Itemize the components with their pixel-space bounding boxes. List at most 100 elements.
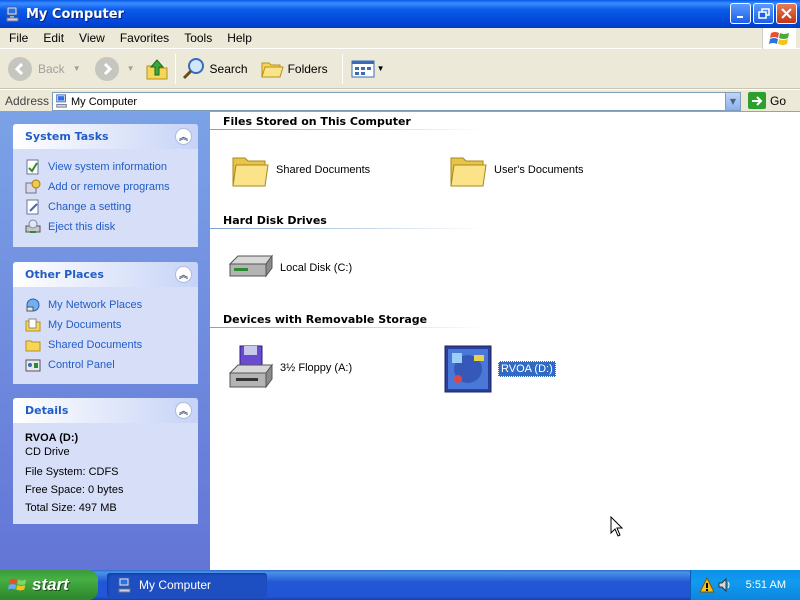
other-places-title: Other Places	[25, 268, 104, 281]
item-rvoa-d[interactable]: RVOA (D:)	[444, 345, 556, 393]
views-dropdown-icon[interactable]: ▼	[377, 64, 385, 73]
group-divider	[210, 327, 485, 328]
up-button[interactable]	[145, 53, 169, 85]
back-label: Back	[38, 61, 65, 76]
menu-edit[interactable]: Edit	[34, 31, 70, 45]
details-free-space: Free Space: 0 bytes	[25, 484, 124, 496]
menu-view[interactable]: View	[70, 31, 111, 45]
cd-drive-icon	[444, 345, 492, 393]
task-label: Change a setting	[48, 201, 132, 213]
item-label: 3½ Floppy (A:)	[280, 362, 353, 374]
group-header-hdd: Hard Disk Drives	[223, 214, 327, 227]
item-label: User's Documents	[494, 164, 584, 176]
task-add-remove-programs[interactable]: Add or remove programs	[25, 177, 198, 197]
address-dropdown-icon[interactable]: ▼	[725, 93, 740, 110]
place-my-network-places[interactable]: My Network Places	[25, 295, 198, 315]
folders-button[interactable]: Folders	[260, 53, 328, 85]
control-panel-icon	[25, 359, 41, 372]
place-label: Shared Documents	[48, 339, 143, 351]
back-dropdown-icon[interactable]: ▼	[73, 64, 81, 73]
item-shared-documents[interactable]: Shared Documents	[230, 150, 370, 190]
address-label: Address	[5, 93, 50, 108]
group-divider	[210, 129, 485, 130]
address-value: My Computer	[71, 95, 138, 108]
menu-bar: File Edit View Favorites Tools Help	[0, 28, 800, 49]
menu-file[interactable]: File	[0, 31, 34, 45]
minimize-button[interactable]	[730, 3, 751, 24]
place-label: My Network Places	[48, 299, 143, 311]
floppy-drive-icon	[228, 345, 273, 389]
add-remove-programs-icon	[25, 179, 41, 194]
shared-documents-folder-icon	[25, 340, 41, 352]
forward-dropdown-icon[interactable]: ▼	[127, 64, 135, 73]
eject-disk-icon	[25, 219, 41, 233]
mouse-cursor-icon	[610, 515, 624, 541]
task-view-system-information[interactable]: View system information	[25, 157, 198, 177]
windows-flag-icon	[8, 578, 27, 591]
details-total-size: Total Size: 497 MB	[25, 502, 117, 514]
system-tray: 5:51 AM	[690, 570, 800, 600]
task-label: View system information	[48, 161, 168, 173]
task-eject-disk[interactable]: Eject this disk	[25, 217, 198, 237]
hard-disk-icon	[228, 254, 273, 278]
other-places-header[interactable]: Other Places ︽	[13, 262, 198, 287]
details-panel: Details ︽ RVOA (D:) CD Drive File System…	[13, 398, 198, 524]
collapse-chevron-icon[interactable]: ︽	[175, 128, 192, 145]
item-label: Local Disk (C:)	[280, 262, 353, 274]
task-pane: System Tasks ︽ View system information A…	[0, 112, 210, 570]
window-title: My Computer	[26, 6, 124, 22]
windows-logo-icon	[762, 28, 796, 49]
address-input[interactable]: My Computer ▼	[52, 92, 741, 111]
title-bar[interactable]: My Computer	[0, 0, 800, 28]
folder-icon	[450, 157, 487, 187]
volume-icon[interactable]	[717, 577, 733, 593]
start-label: start	[32, 575, 69, 594]
system-tasks-panel: System Tasks ︽ View system information A…	[13, 124, 198, 247]
toolbar-separator	[174, 53, 176, 84]
warning-icon[interactable]	[699, 577, 715, 593]
restore-button[interactable]	[753, 3, 774, 24]
views-icon	[351, 60, 375, 77]
network-places-icon	[26, 298, 40, 312]
item-floppy-a[interactable]: 3½ Floppy (A:)	[226, 345, 352, 391]
menu-favorites[interactable]: Favorites	[111, 31, 175, 45]
content-view[interactable]: Files Stored on This Computer Shared Doc…	[210, 112, 800, 570]
back-arrow-icon	[8, 56, 32, 81]
go-label: Go	[770, 93, 787, 108]
folder-icon	[232, 157, 269, 187]
group-divider	[210, 228, 485, 229]
item-label: Shared Documents	[276, 164, 371, 176]
toolbar: Back ▼ ▼ Search Folders ▼	[0, 49, 800, 89]
collapse-chevron-icon[interactable]: ︽	[175, 266, 192, 283]
close-button[interactable]	[776, 3, 797, 24]
place-control-panel[interactable]: Control Panel	[25, 355, 198, 375]
item-local-disk-c[interactable]: Local Disk (C:)	[226, 250, 352, 286]
menu-help[interactable]: Help	[218, 31, 258, 45]
back-button[interactable]: Back ▼	[8, 53, 81, 85]
search-label: Search	[209, 61, 248, 76]
taskbar-item-my-computer[interactable]: My Computer	[107, 573, 267, 597]
place-label: My Documents	[48, 319, 122, 331]
place-my-documents[interactable]: My Documents	[25, 315, 198, 335]
address-bar: Address My Computer ▼ Go	[0, 90, 800, 112]
task-change-setting[interactable]: Change a setting	[25, 197, 198, 217]
place-label: Control Panel	[48, 359, 115, 371]
details-header[interactable]: Details ︽	[13, 398, 198, 423]
forward-button[interactable]: ▼	[94, 53, 135, 85]
details-title: Details	[25, 404, 69, 417]
system-tasks-header[interactable]: System Tasks ︽	[13, 124, 198, 149]
menu-tools[interactable]: Tools	[175, 31, 218, 45]
system-tasks-title: System Tasks	[25, 130, 109, 143]
taskbar: start My Computer 5:51 AM	[0, 570, 800, 600]
place-shared-documents[interactable]: Shared Documents	[25, 335, 198, 355]
go-button[interactable]: Go	[748, 92, 786, 109]
search-button[interactable]: Search	[182, 53, 248, 85]
my-computer-icon	[5, 6, 21, 22]
item-users-documents[interactable]: User's Documents	[448, 150, 584, 190]
task-label: Add or remove programs	[48, 181, 170, 193]
start-button[interactable]: start	[0, 570, 98, 600]
item-label: RVOA (D:)	[498, 361, 556, 377]
collapse-chevron-icon[interactable]: ︽	[175, 402, 192, 419]
clock[interactable]: 5:51 AM	[746, 579, 786, 591]
views-button[interactable]: ▼	[351, 53, 385, 85]
